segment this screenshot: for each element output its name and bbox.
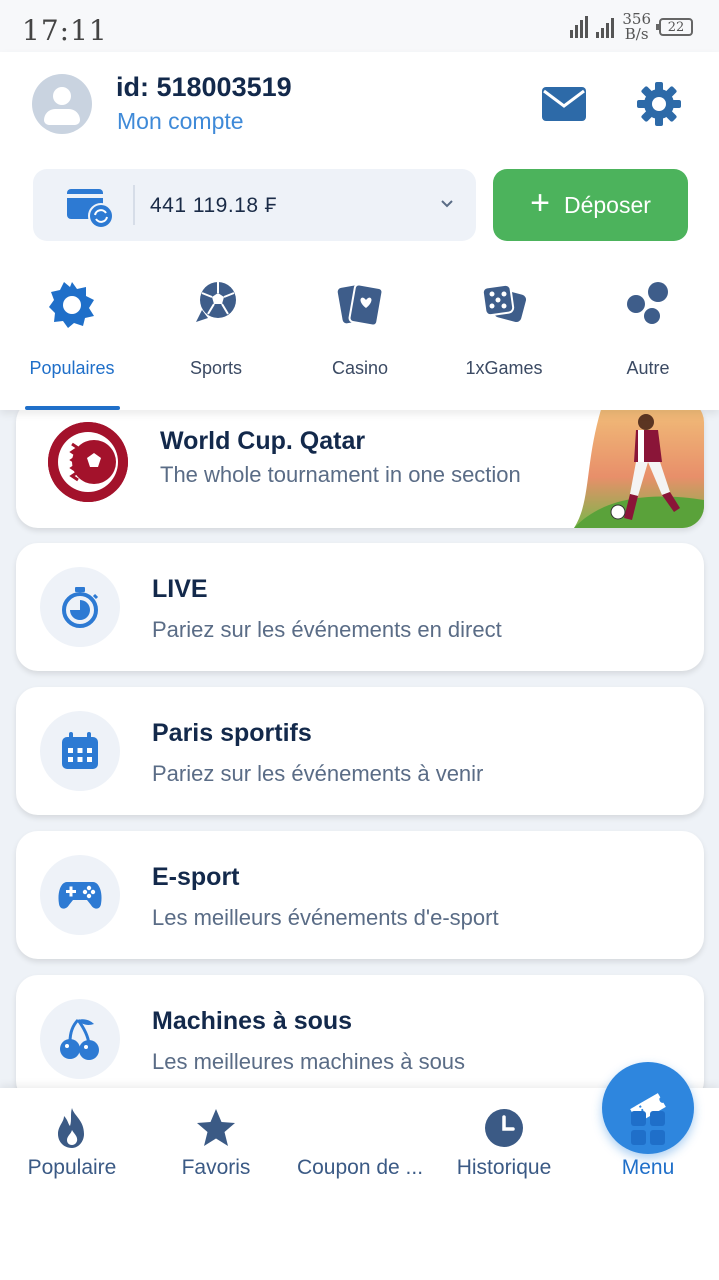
menu-card-title: Machines à sous [152, 1007, 353, 1035]
active-tab-indicator [25, 406, 120, 410]
app-header: id: 518003519 Mon compte 441 119.18 ₣ + … [0, 52, 719, 410]
deposit-button[interactable]: + Déposer [493, 169, 688, 241]
chevron-down-icon[interactable] [437, 193, 457, 213]
nav-historique[interactable]: Historique [432, 1088, 576, 1198]
menu-card-subtitle: Pariez sur les événements en direct [152, 617, 502, 642]
divider [133, 185, 135, 225]
menu-card-machines-a-sous[interactable]: Machines à sous Les meilleures machines … [16, 975, 704, 1090]
menu-card-title: LIVE [152, 575, 208, 603]
star-badge-icon [46, 278, 98, 330]
tab-populaires[interactable]: Populaires [0, 270, 144, 410]
tab-casino[interactable]: Casino [288, 270, 432, 410]
dice-icon [478, 278, 530, 330]
gamepad-icon [40, 855, 120, 935]
battery-level: 22 [667, 19, 685, 35]
nav-populaire[interactable]: Populaire [0, 1088, 144, 1198]
my-account-link[interactable]: Mon compte [117, 108, 244, 135]
balance-selector[interactable]: 441 119.18 ₣ [33, 169, 476, 241]
category-tabs: Populaires Sports Casino 1xGames Autre [0, 270, 719, 410]
tab-label: Autre [626, 358, 670, 378]
menu-card-subtitle: Pariez sur les événements à venir [152, 761, 484, 786]
tab-label: Populaires [29, 358, 115, 378]
nav-label: Menu [621, 1156, 675, 1179]
menu-card-title: Paris sportifs [152, 719, 312, 747]
status-indicators: 356 B/s 22 [570, 12, 693, 42]
soccer-player-illustration [574, 410, 704, 528]
tab-1xgames[interactable]: 1xGames [432, 270, 576, 410]
nav-label: Coupon de ... [296, 1156, 424, 1179]
tab-label: Sports [189, 358, 243, 378]
nav-label: Populaire [27, 1156, 117, 1179]
menu-card-subtitle: Les meilleures machines à sous [152, 1049, 466, 1074]
mail-icon[interactable] [539, 80, 589, 128]
stopwatch-icon [40, 567, 120, 647]
world-cup-title: World Cup. Qatar [160, 427, 366, 455]
world-cup-banner[interactable]: World Cup. Qatar The whole tournament in… [16, 410, 704, 528]
bubbles-icon [622, 278, 674, 330]
gear-icon[interactable] [634, 80, 684, 128]
clock-icon [482, 1106, 526, 1150]
nav-favoris[interactable]: Favoris [144, 1088, 288, 1198]
bottom-navigation: Populaire Favoris Coupon de ... Historiq… [0, 1062, 719, 1280]
cherries-icon [40, 999, 120, 1079]
deposit-label: Déposer [563, 191, 651, 218]
nav-coupon[interactable]: Coupon de ... [288, 1062, 694, 1198]
soccer-ball-icon [190, 278, 242, 330]
signal-icon [570, 16, 589, 38]
tab-label: 1xGames [465, 358, 543, 378]
menu-card-e-sport[interactable]: E-sport Les meilleurs événements d'e-spo… [16, 831, 704, 959]
wallet-icon [67, 185, 115, 229]
network-speed: 356 B/s [622, 12, 651, 42]
world-cup-subtitle: The whole tournament in one section [160, 462, 521, 487]
tab-sports[interactable]: Sports [144, 270, 288, 410]
tab-label: Casino [331, 358, 389, 378]
grid-icon [626, 1106, 670, 1150]
tab-autre[interactable]: Autre [576, 270, 719, 410]
world-cup-logo [48, 422, 128, 502]
calendar-icon [40, 711, 120, 791]
network-speed-unit: B/s [624, 25, 649, 43]
user-id: id: 518003519 [116, 72, 292, 102]
menu-card-subtitle: Les meilleurs événements d'e-sport [152, 905, 499, 930]
star-icon [194, 1106, 238, 1150]
menu-card-paris-sportifs[interactable]: Paris sportifs Pariez sur les événements… [16, 687, 704, 815]
playing-cards-icon [334, 278, 386, 330]
flame-icon [50, 1106, 94, 1150]
menu-card-live[interactable]: LIVE Pariez sur les événements en direct [16, 543, 704, 671]
status-time: 17:11 [22, 14, 108, 47]
nav-menu[interactable]: Menu [576, 1088, 719, 1198]
battery-icon: 22 [656, 18, 693, 36]
signal-icon [596, 16, 615, 38]
status-bar: 17:11 356 B/s 22 [0, 0, 719, 52]
nav-label: Favoris [181, 1156, 251, 1179]
main-content: World Cup. Qatar The whole tournament in… [0, 410, 719, 1090]
avatar[interactable] [32, 74, 92, 134]
nav-label: Historique [456, 1156, 552, 1179]
menu-card-title: E-sport [152, 863, 240, 891]
plus-icon: + [530, 184, 550, 222]
balance-amount: 441 119.18 ₣ [150, 194, 278, 217]
